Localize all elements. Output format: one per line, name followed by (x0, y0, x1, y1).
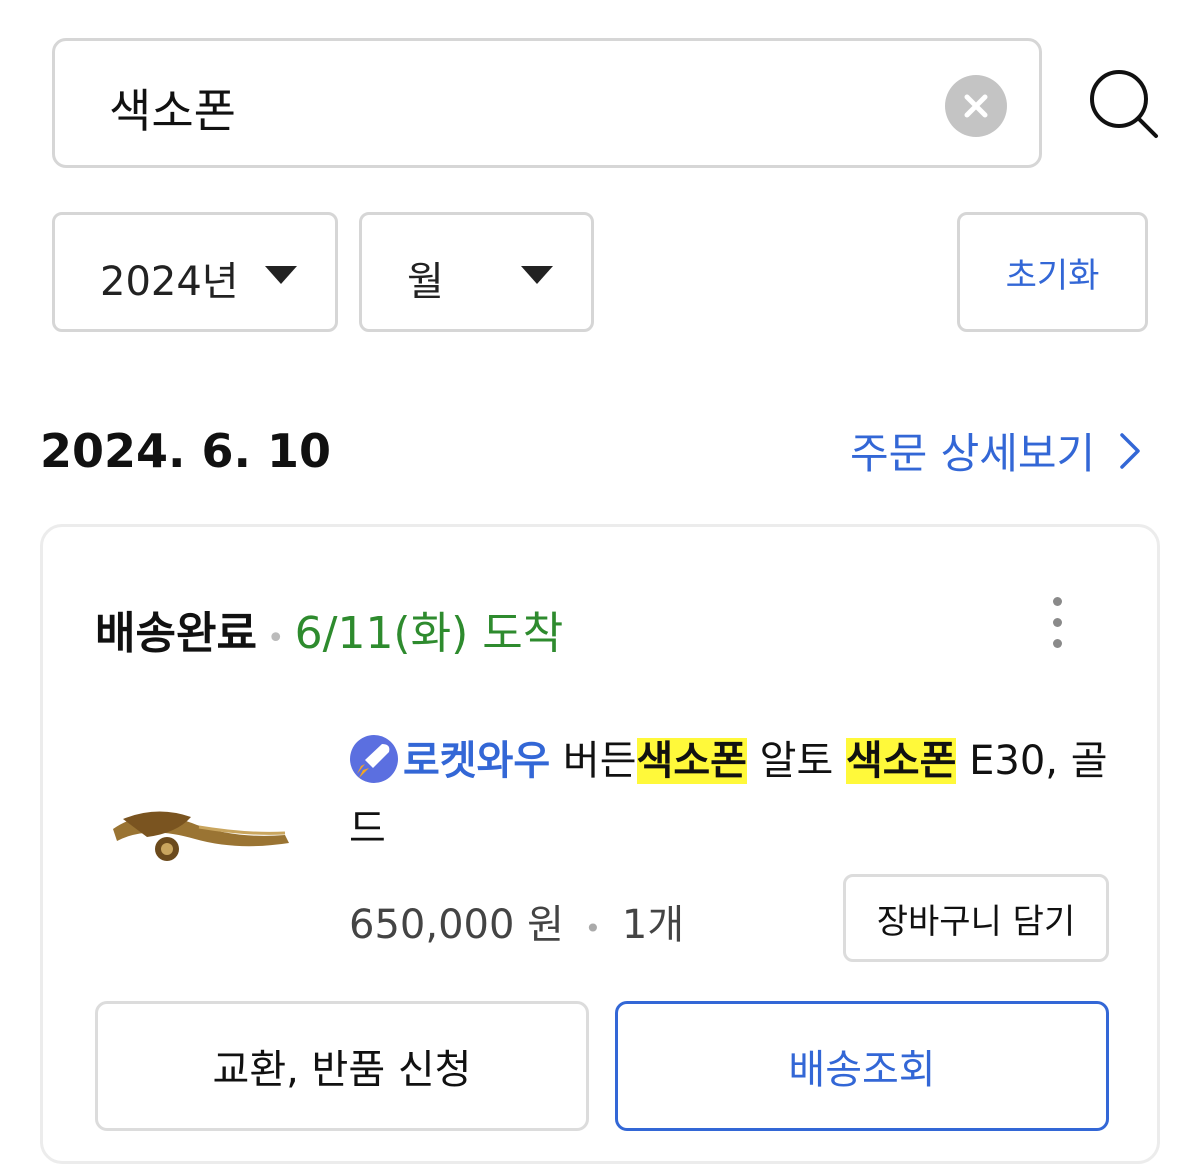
order-detail-link[interactable]: 주문 상세보기 (850, 420, 1143, 481)
clear-icon[interactable] (945, 75, 1007, 137)
year-value: 2024년 (100, 259, 239, 305)
product-name-part: 버든 (562, 738, 637, 784)
product-price: 650,000 원 (349, 902, 564, 948)
rocket-badge: 로켓와우 (403, 738, 551, 784)
more-vertical-icon[interactable] (1037, 597, 1077, 653)
product-title[interactable]: 로켓와우 버든색소폰 알토 색소폰 E30, 골드 (349, 727, 1129, 863)
rocket-icon (350, 735, 398, 783)
separator-dot: • (266, 621, 285, 656)
product-name-highlight: 색소폰 (845, 738, 957, 784)
chevron-right-icon (1120, 432, 1140, 469)
search-icon[interactable] (1086, 66, 1162, 142)
delivery-status: 배송완료 • 6/11(화) 도착 (95, 597, 563, 661)
month-select[interactable]: 월 (359, 212, 594, 332)
status-label: 배송완료 (95, 608, 257, 659)
order-date: 2024. 6. 10 (40, 424, 332, 478)
reset-button[interactable]: 초기화 (957, 212, 1148, 332)
add-to-cart-button[interactable]: 장바구니 담기 (843, 874, 1109, 962)
product-name-highlight: 색소폰 (636, 738, 747, 784)
search-input[interactable]: 색소폰 (52, 38, 1042, 168)
exchange-return-button[interactable]: 교환, 반품 신청 (95, 1001, 589, 1131)
product-quantity: 1개 (621, 902, 685, 948)
year-select[interactable]: 2024년 (52, 212, 338, 332)
order-card: 배송완료 • 6/11(화) 도착 로켓와우 버든색소폰 알토 색소폰 E30,… (40, 524, 1160, 1164)
arrival-date: 6/11(화) 도착 (294, 608, 564, 659)
order-detail-label: 주문 상세보기 (850, 429, 1096, 478)
caret-down-icon (521, 266, 553, 284)
search-query[interactable]: 색소폰 (109, 75, 236, 141)
month-value: 월 (407, 259, 444, 305)
product-thumbnail[interactable] (107, 777, 297, 867)
price-info: 650,000 원 • 1개 (349, 892, 684, 950)
product-name-part: 알토 (746, 738, 846, 784)
caret-down-icon (265, 266, 297, 284)
track-delivery-button[interactable]: 배송조회 (615, 1001, 1109, 1131)
separator-dot: • (584, 912, 602, 945)
